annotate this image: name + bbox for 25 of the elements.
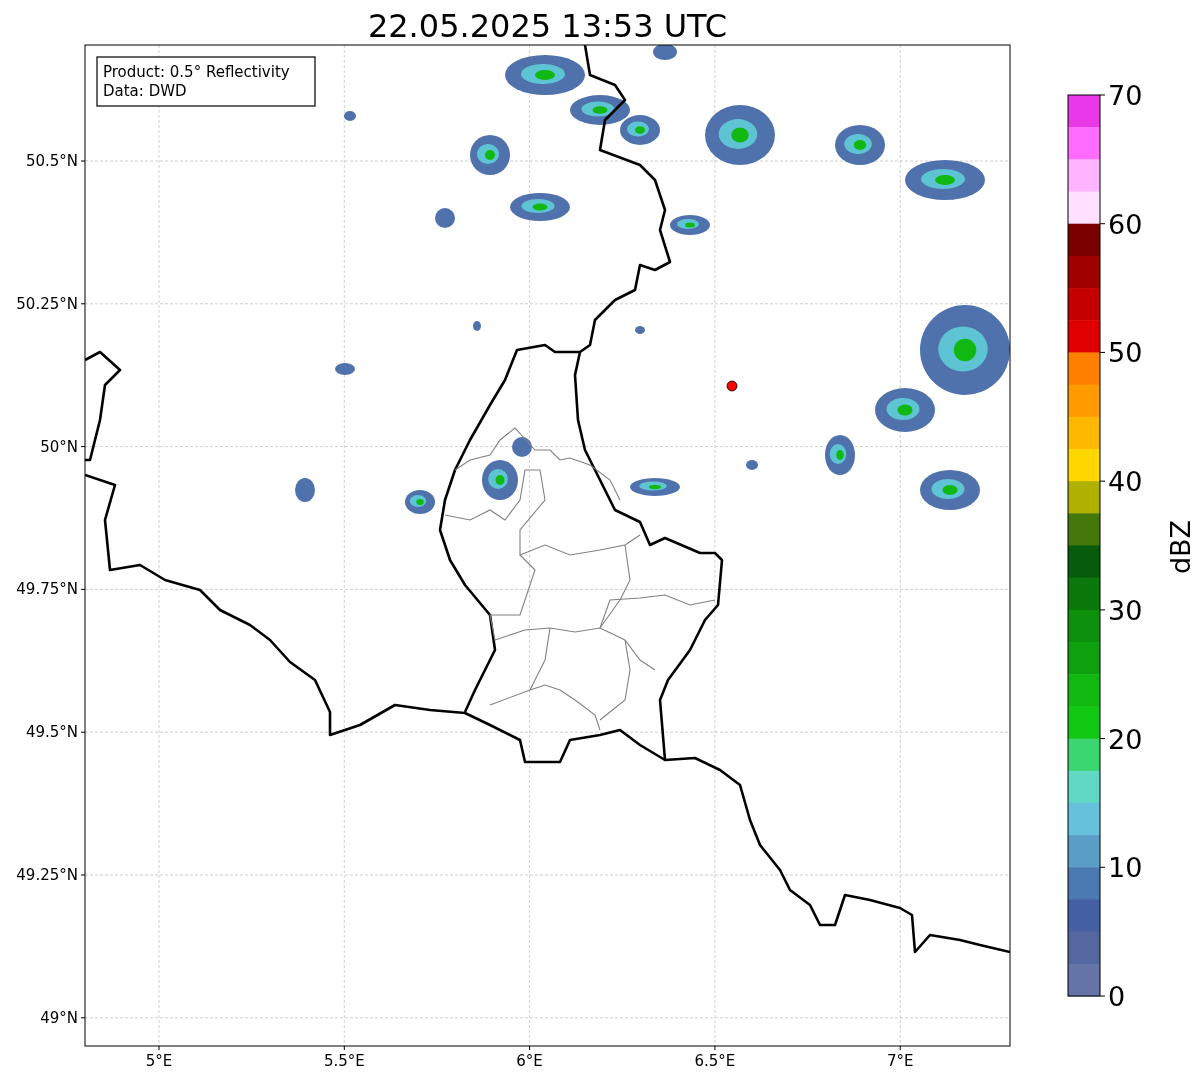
axis-tick-label: 50.25°N <box>16 294 78 313</box>
axis-tick-label: 50.5°N <box>25 152 78 170</box>
info-text: Data: DWD <box>103 82 187 100</box>
colorbar-tick-label: 40 <box>1108 466 1143 498</box>
colorbar-tick-label: 30 <box>1108 594 1143 626</box>
radar-site-marker <box>726 380 738 392</box>
axis-tick-label: 50°N <box>40 437 78 456</box>
chart-title: 22.05.2025 13:53 UTC <box>367 7 728 45</box>
axis-tick-label: 49.75°N <box>16 580 78 599</box>
axis-tick-label: 49°N <box>40 1008 78 1027</box>
info-text: Product: 0.5° Reflectivity <box>103 63 290 81</box>
colorbar-label: dBZ <box>1165 519 1196 575</box>
axis-tick-label: 49.25°N <box>16 866 78 884</box>
colorbar-tick-label: 50 <box>1108 337 1143 369</box>
colorbar-tick-label: 70 <box>1108 80 1143 111</box>
axis-tick-label: 49.5°N <box>25 723 78 742</box>
axis-tick-label: 6°E <box>516 1052 543 1070</box>
axis-tick-label: 5.5°E <box>323 1052 365 1070</box>
colorbar-tick-label: 0 <box>1108 981 1126 1012</box>
axis-tick-label: 7°E <box>886 1052 914 1070</box>
colorbar-tick-label: 20 <box>1108 723 1143 755</box>
axis-tick-label: 6.5°E <box>694 1052 736 1070</box>
colorbar-tick-label: 60 <box>1108 208 1143 240</box>
axis-tick-label: 5°E <box>145 1052 173 1070</box>
colorbar-tick-label: 10 <box>1108 852 1143 884</box>
